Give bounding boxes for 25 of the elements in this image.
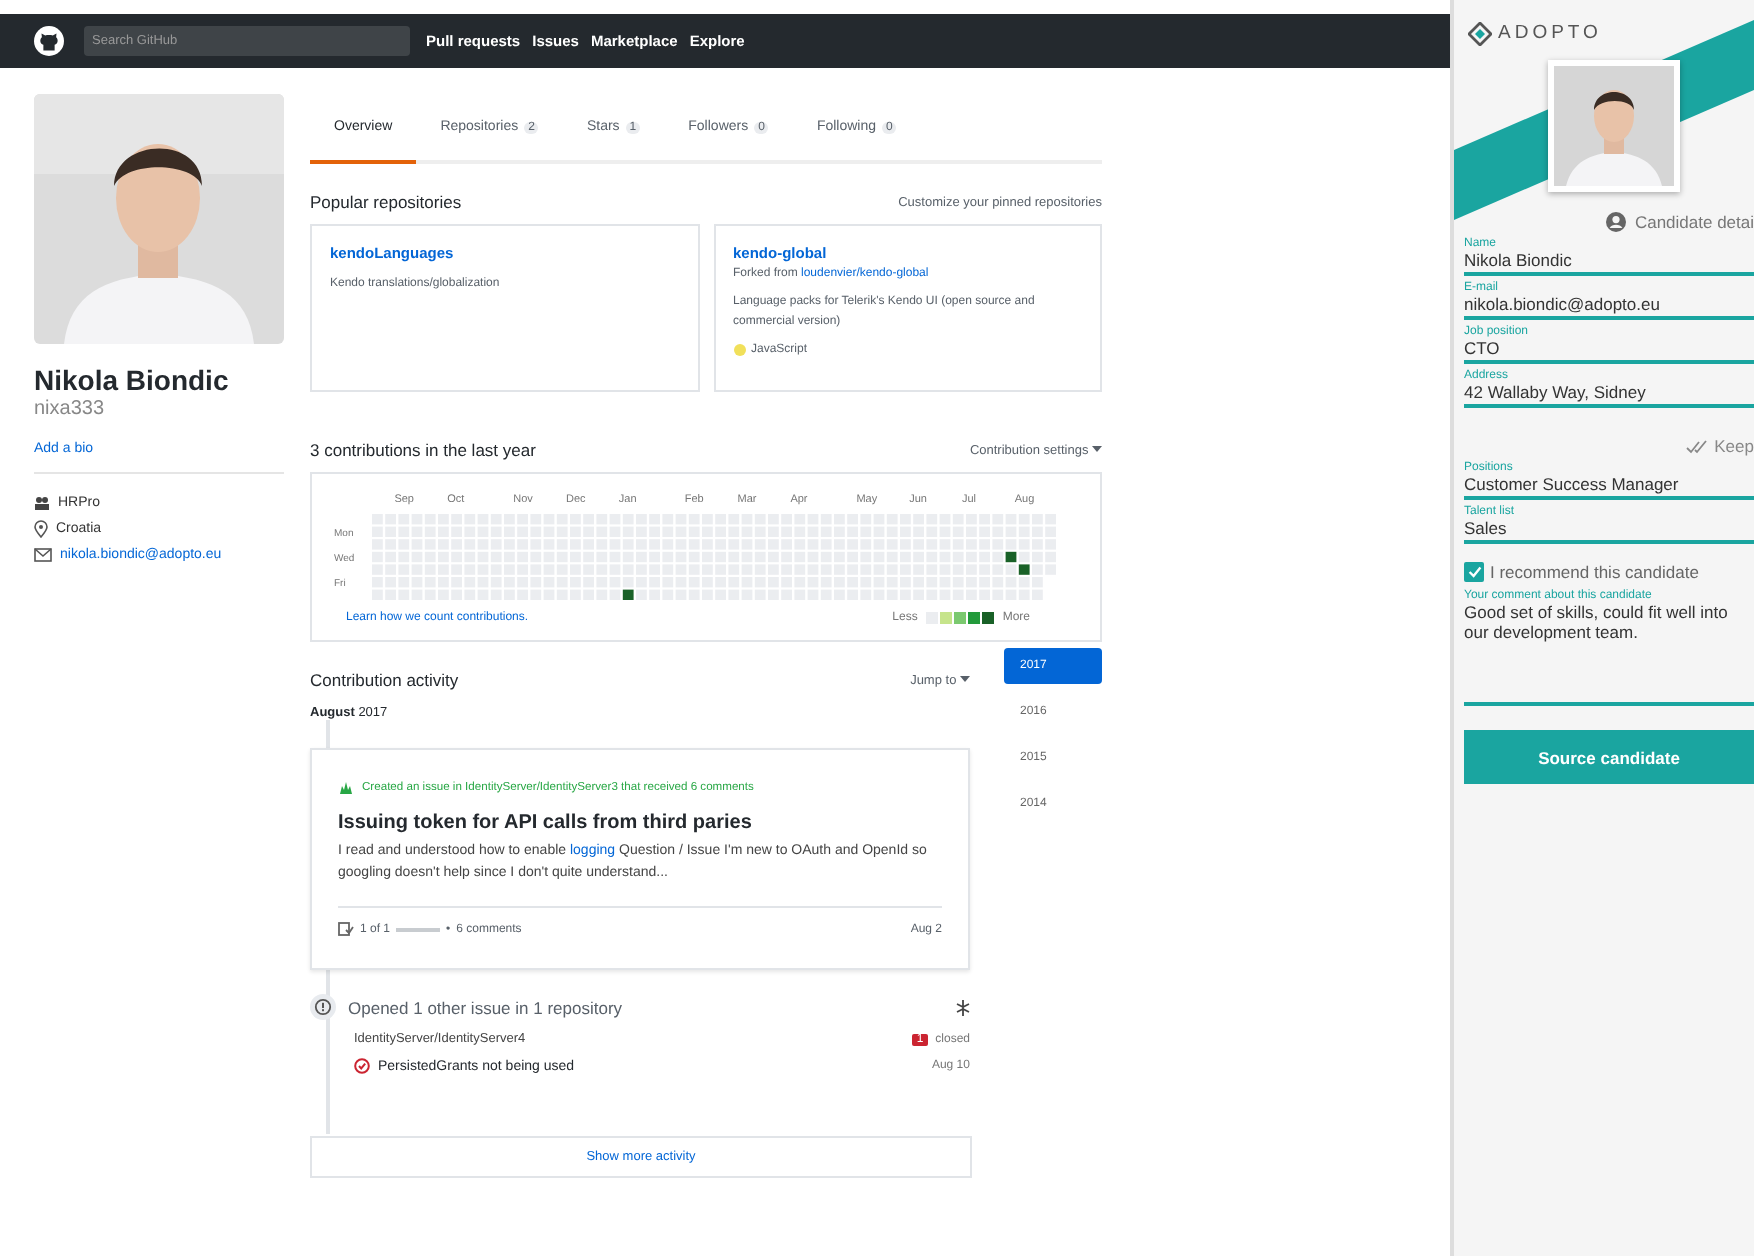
plant-icon — [338, 780, 354, 794]
username: nixa333 — [34, 398, 107, 420]
section-title: Candidate detai — [1634, 212, 1754, 232]
section-heading: 3 contributions in the last year — [310, 440, 536, 460]
user-circle-icon — [1606, 212, 1627, 232]
caret-icon — [960, 676, 970, 683]
closed-issue-icon — [354, 1058, 370, 1074]
mail-icon — [34, 548, 52, 562]
keep-label: Keep — [1714, 436, 1754, 456]
checkbox[interactable] — [1464, 562, 1484, 582]
brand-name: ADOPTO — [1498, 22, 1602, 44]
activity-heading: Opened 1 other issue in 1 repository — [348, 997, 623, 1017]
collapse-icon[interactable] — [956, 999, 970, 1015]
section-heading: Popular repositories — [310, 192, 462, 212]
diamond-logo-icon — [1468, 21, 1492, 45]
checkbox-label: I recommend this candidate — [1490, 562, 1699, 582]
task-icon — [338, 922, 354, 936]
issue-title-link[interactable]: Issuing token for API calls from third paries — [338, 812, 942, 834]
logo-icon[interactable] — [34, 26, 64, 56]
profile-name: Nikola Biondic — [34, 364, 231, 396]
caret-icon — [1092, 446, 1102, 453]
location-pin-icon — [34, 520, 48, 538]
section-heading: Contribution activity — [310, 670, 459, 690]
people-icon — [34, 496, 50, 510]
double-check-icon — [1686, 439, 1709, 453]
